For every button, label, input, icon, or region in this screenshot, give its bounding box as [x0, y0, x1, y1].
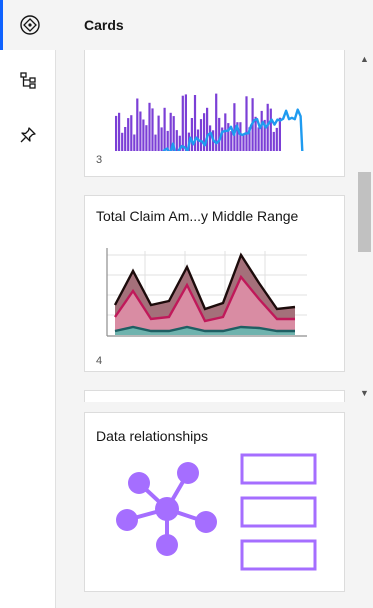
bar-mark	[242, 134, 245, 151]
app-window: Cards 3 Total Claim Am...y Middle Range	[0, 0, 373, 608]
card-title: Data relationships	[96, 428, 209, 444]
bar-mark	[121, 132, 124, 151]
bar-mark	[227, 123, 230, 151]
bar-mark	[260, 110, 263, 151]
bar-mark	[145, 125, 148, 151]
panel-header: Cards	[56, 0, 373, 50]
bar-mark	[257, 127, 260, 151]
bar-mark	[139, 111, 142, 151]
bar-mark	[209, 125, 212, 151]
bar-mark	[154, 134, 157, 151]
cards-scrollbar[interactable]: ▲ ▼	[356, 50, 373, 402]
scrollbar-thumb[interactable]	[358, 172, 371, 252]
bar-mark	[115, 115, 118, 151]
bar-mark	[254, 116, 257, 151]
bar-mark	[245, 96, 248, 151]
rail-item-hierarchy[interactable]	[0, 55, 56, 105]
bar-mark	[157, 115, 160, 151]
card-number: 3	[96, 154, 103, 166]
bar-mark	[136, 98, 139, 151]
diamond-compass-icon	[19, 14, 41, 36]
card-4[interactable]: Total Claim Am...y Middle Range 4	[84, 195, 345, 372]
card-5[interactable]	[84, 390, 345, 402]
bar-mark	[175, 130, 178, 151]
bar-mark	[218, 117, 221, 151]
cards-panel: Cards 3 Total Claim Am...y Middle Range	[56, 0, 373, 608]
bar-mark	[151, 108, 154, 151]
bar-mark	[124, 127, 127, 151]
bar-mark	[181, 95, 184, 151]
bar-mark	[127, 118, 130, 151]
card-3[interactable]: 3	[84, 50, 345, 177]
bar-mark	[272, 131, 275, 151]
card-title: Total Claim Am...y Middle Range	[96, 208, 299, 224]
card-number: 4	[96, 355, 103, 367]
panel-title: Cards	[84, 17, 124, 33]
bar-mark	[275, 127, 278, 151]
bar-mark	[230, 131, 233, 151]
scroll-down-arrow-icon[interactable]: ▼	[356, 386, 373, 400]
bar-mark	[133, 134, 136, 151]
bar-mark	[160, 127, 163, 151]
bar-line-chart-thumbnail	[115, 93, 304, 151]
bar-mark	[130, 115, 133, 151]
bar-mark	[148, 102, 151, 151]
bar-mark	[184, 94, 187, 151]
section-gap	[56, 402, 373, 410]
bar-mark	[199, 119, 203, 151]
bar-mark	[190, 118, 193, 151]
data-relationships-icon	[116, 453, 317, 571]
bar-mark	[278, 117, 281, 151]
data-relationships-card[interactable]: Data relationships	[84, 412, 345, 592]
pin-icon	[18, 125, 38, 145]
bar-mark	[163, 107, 166, 151]
stacked-area-chart-thumbnail	[106, 248, 307, 337]
bar-mark	[142, 119, 145, 151]
hierarchy-icon	[18, 70, 38, 90]
bar-mark	[269, 108, 272, 151]
side-rail	[0, 0, 56, 608]
cards-scroll-area[interactable]: 3 Total Claim Am...y Middle Range 4	[56, 50, 373, 402]
rail-item-cards[interactable]	[0, 0, 56, 50]
rail-item-pin[interactable]	[0, 110, 56, 160]
bar-mark	[118, 112, 121, 151]
bar-mark	[239, 122, 242, 151]
scroll-up-arrow-icon[interactable]: ▲	[356, 52, 373, 66]
